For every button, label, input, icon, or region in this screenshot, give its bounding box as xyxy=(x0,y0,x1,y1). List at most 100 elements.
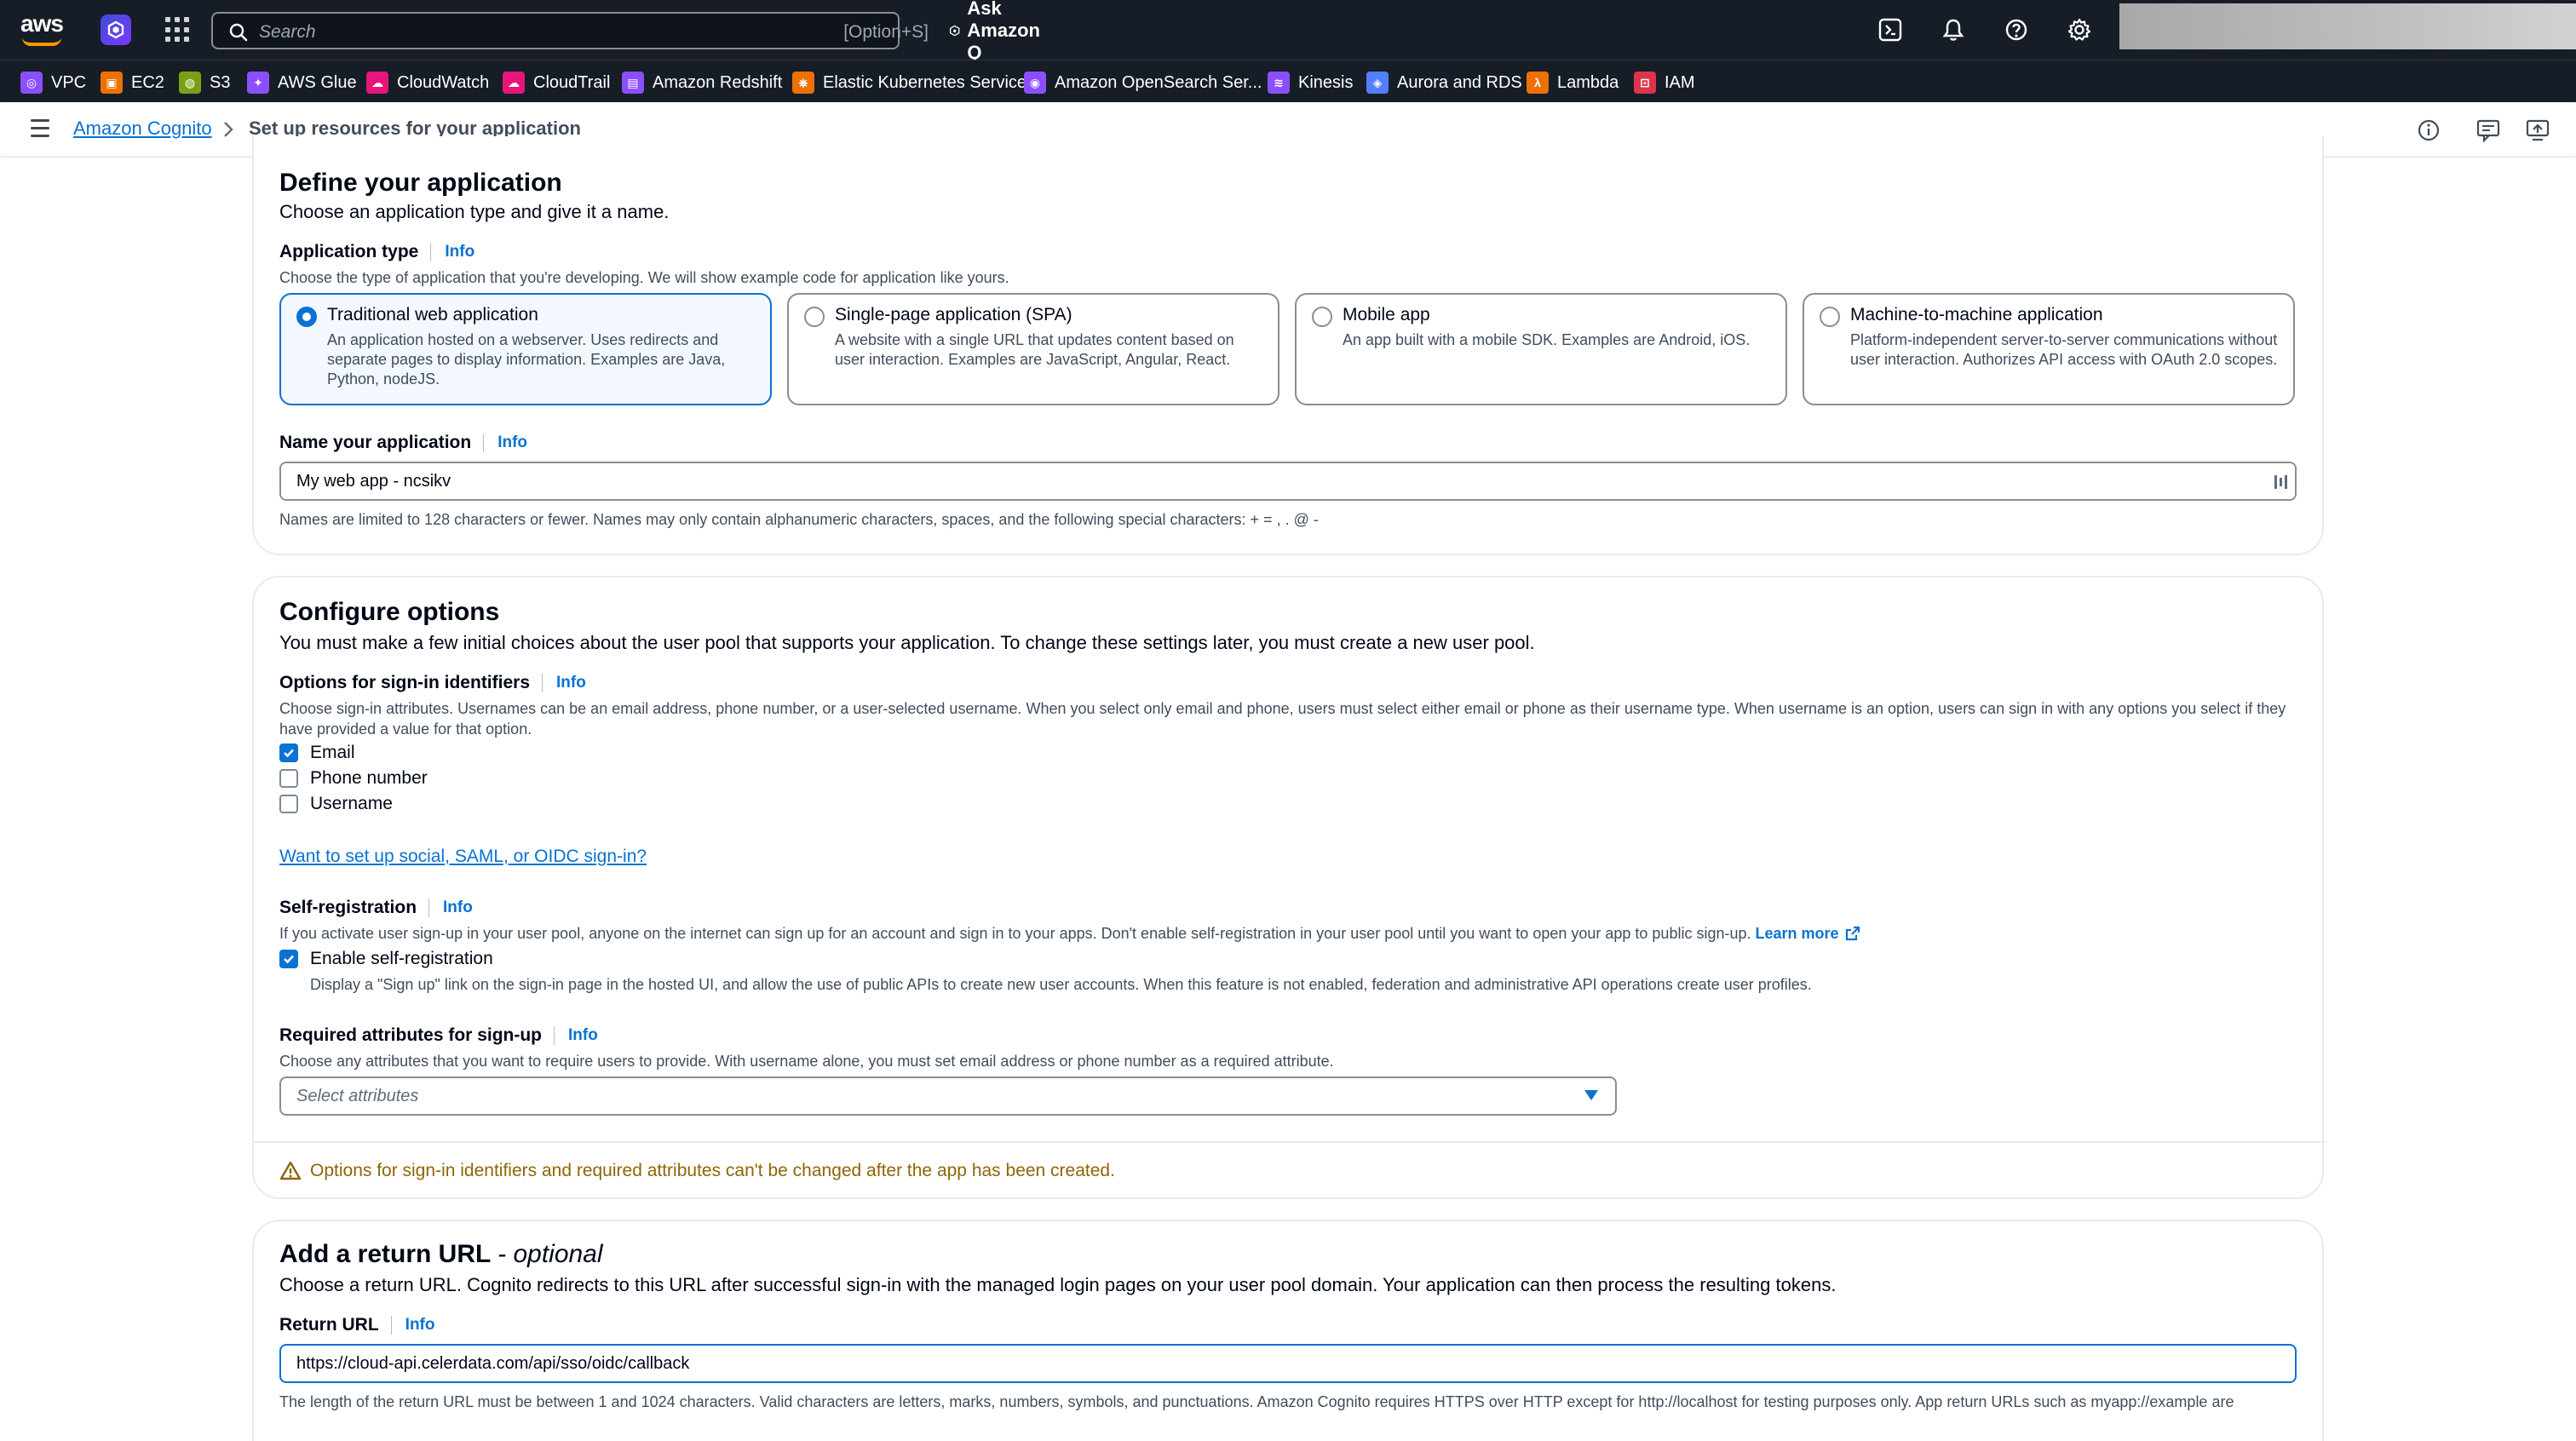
search-shortcut: [Option+S] xyxy=(843,22,929,42)
divider xyxy=(254,1141,2326,1143)
define-application-panel: Define your application Choose an applic… xyxy=(252,136,2324,555)
radio-machine-to-machine[interactable] xyxy=(1820,307,1840,327)
info-panel-icon[interactable] xyxy=(2416,118,2441,143)
search-icon xyxy=(229,23,248,42)
notifications-bell-icon[interactable] xyxy=(1941,17,1966,43)
warning-icon xyxy=(279,1161,302,1180)
amazon-q-logo-icon[interactable] xyxy=(101,14,131,45)
favorite-lambda[interactable]: λ Lambda xyxy=(1527,71,1619,95)
app-name-info-link[interactable]: Info xyxy=(497,433,527,452)
side-navigation-toggle-icon[interactable] xyxy=(31,119,51,138)
breadcrumb-amazon-cognito[interactable]: Amazon Cognito xyxy=(73,118,212,140)
ask-amazon-q-label: Ask Amazon Q xyxy=(967,0,1040,63)
social-saml-oidc-link[interactable]: Want to set up social, SAML, or OIDC sig… xyxy=(279,847,647,867)
define-description: Choose an application type and give it a… xyxy=(279,201,670,222)
opensearch-icon: ◉ xyxy=(1024,72,1046,94)
favorite-cloudtrail[interactable]: ☁ CloudTrail xyxy=(503,71,610,95)
learn-more-link[interactable]: Learn more xyxy=(1756,923,1839,944)
favorites-bar: ◎ VPC ▣ EC2 ◍ S3 ✦ AWS Glue ☁ CloudWatch ☁ Clo… xyxy=(0,60,2576,102)
return-url-panel: Add a return URL - optional Choose a ret… xyxy=(252,1220,2324,1441)
return-url-description: Choose a return URL. Cognito redirects t… xyxy=(279,1274,1837,1295)
ec2-icon: ▣ xyxy=(101,72,123,94)
checkbox-phone-number[interactable]: Phone number xyxy=(279,768,428,789)
radio-single-page-app[interactable] xyxy=(804,307,825,327)
favorite-kinesis[interactable]: ≋ Kinesis xyxy=(1268,71,1353,95)
top-navigation: aws Search [Option+S] Ask Amazon Q xyxy=(0,0,2576,63)
app-type-info-link[interactable]: Info xyxy=(445,243,474,261)
favorite-aws-glue[interactable]: ✦ AWS Glue xyxy=(247,71,357,95)
signin-info-link[interactable]: Info xyxy=(556,674,586,692)
favorite-amazon-redshift[interactable]: ▤ Amazon Redshift xyxy=(622,71,782,95)
required-attributes-label: Required attributes for sign-up Info xyxy=(279,1025,598,1045)
rds-icon: ◈ xyxy=(1366,72,1389,94)
tile-single-page-app[interactable]: Single-page application (SPA) A website … xyxy=(787,293,1279,405)
self-registration-info-link[interactable]: Info xyxy=(443,898,473,917)
configure-description: You must make a few initial choices abou… xyxy=(279,632,1535,653)
screen-share-icon[interactable] xyxy=(2525,118,2550,143)
favorite-aurora-rds[interactable]: ◈ Aurora and RDS xyxy=(1366,71,1522,95)
search-placeholder: Search xyxy=(259,22,316,42)
required-attributes-info-link[interactable]: Info xyxy=(568,1026,598,1045)
ask-amazon-q-button[interactable]: Ask Amazon Q xyxy=(949,0,1048,63)
favorite-ec2[interactable]: ▣ EC2 xyxy=(101,71,164,95)
self-registration-description: If you activate user sign-up in your use… xyxy=(279,923,1861,944)
email-checkbox-box[interactable] xyxy=(279,743,298,762)
checkbox-enable-self-registration[interactable]: Enable self-registration xyxy=(279,949,493,969)
return-url-input[interactable]: https://cloud-api.celerdata.com/api/sso/… xyxy=(279,1344,2297,1383)
configure-title: Configure options xyxy=(279,598,500,626)
help-icon[interactable] xyxy=(2004,17,2029,43)
aws-smile-icon xyxy=(22,37,61,46)
self-registration-checkbox-description: Display a "Sign up" link on the sign-in … xyxy=(310,976,1812,993)
global-search-input[interactable]: Search [Option+S] Ask Amazon Q xyxy=(211,0,1040,63)
aws-logo[interactable]: aws xyxy=(20,12,66,46)
app-name-input[interactable]: My web app - ncsikv xyxy=(279,462,2297,501)
redshift-icon: ▤ xyxy=(622,72,644,94)
cloudshell-icon[interactable] xyxy=(1877,17,1903,43)
tile-machine-to-machine[interactable]: Machine-to-machine application Platform-… xyxy=(1803,293,2295,405)
return-url-info-link[interactable]: Info xyxy=(405,1316,435,1335)
radio-mobile-app[interactable] xyxy=(1312,307,1332,327)
return-url-label: Return URL Info xyxy=(279,1315,435,1335)
feedback-icon[interactable] xyxy=(2475,118,2501,143)
checkbox-username[interactable]: Username xyxy=(279,794,393,814)
self-registration-checkbox-box[interactable] xyxy=(279,950,298,968)
app-name-label: Name your application Info xyxy=(279,433,528,452)
tile-mobile-app[interactable]: Mobile app An app built with a mobile SD… xyxy=(1295,293,1787,405)
favorite-eks[interactable]: ⎈ Elastic Kubernetes Service xyxy=(792,71,1026,95)
radio-traditional-web-app[interactable] xyxy=(296,307,317,327)
eks-icon: ⎈ xyxy=(792,72,814,94)
amazon-q-icon xyxy=(950,25,960,37)
app-type-label: Application type Info xyxy=(279,242,475,261)
favorite-vpc[interactable]: ◎ VPC xyxy=(20,71,86,95)
account-menu-redacted[interactable] xyxy=(2119,3,2576,49)
define-title: Define your application xyxy=(279,169,562,197)
favorite-opensearch[interactable]: ◉ Amazon OpenSearch Ser... xyxy=(1024,71,1262,95)
immutable-options-warning: Options for sign-in identifiers and requ… xyxy=(279,1160,1115,1182)
configure-options-panel: Configure options You must make a few in… xyxy=(252,576,2326,1199)
services-grid-icon[interactable] xyxy=(165,17,191,43)
favorite-s3[interactable]: ◍ S3 xyxy=(179,71,230,95)
kinesis-icon: ≋ xyxy=(1268,72,1290,94)
tile-traditional-web-app[interactable]: Traditional web application An applicati… xyxy=(279,293,772,405)
iam-icon: ⊡ xyxy=(1634,72,1656,94)
password-manager-icon[interactable] xyxy=(2273,474,2288,491)
self-registration-label: Self-registration Info xyxy=(279,898,473,917)
cloudwatch-icon: ☁ xyxy=(366,72,388,94)
signin-identifiers-label: Options for sign-in identifiers Info xyxy=(279,673,586,692)
phone-checkbox-box[interactable] xyxy=(279,769,298,788)
app-name-constraint: Names are limited to 128 characters or f… xyxy=(279,511,1319,528)
s3-icon: ◍ xyxy=(179,72,201,94)
return-url-title: Add a return URL - optional xyxy=(279,1240,603,1268)
favorite-cloudwatch[interactable]: ☁ CloudWatch xyxy=(366,71,489,95)
required-attributes-select[interactable]: Select attributes xyxy=(279,1076,1617,1116)
favorite-iam[interactable]: ⊡ IAM xyxy=(1634,71,1695,95)
checkbox-email[interactable]: Email xyxy=(279,743,355,763)
signin-identifiers-description: Choose sign-in attributes. Usernames can… xyxy=(279,700,2286,738)
aws-logo-text: aws xyxy=(20,10,64,37)
caret-down-icon xyxy=(1584,1090,1598,1100)
required-attributes-description: Choose any attributes that you want to r… xyxy=(279,1053,1334,1070)
app-type-description: Choose the type of application that you'… xyxy=(279,269,1009,286)
cloudtrail-icon: ☁ xyxy=(503,72,525,94)
username-checkbox-box[interactable] xyxy=(279,795,298,813)
settings-gear-icon[interactable] xyxy=(2067,17,2092,43)
